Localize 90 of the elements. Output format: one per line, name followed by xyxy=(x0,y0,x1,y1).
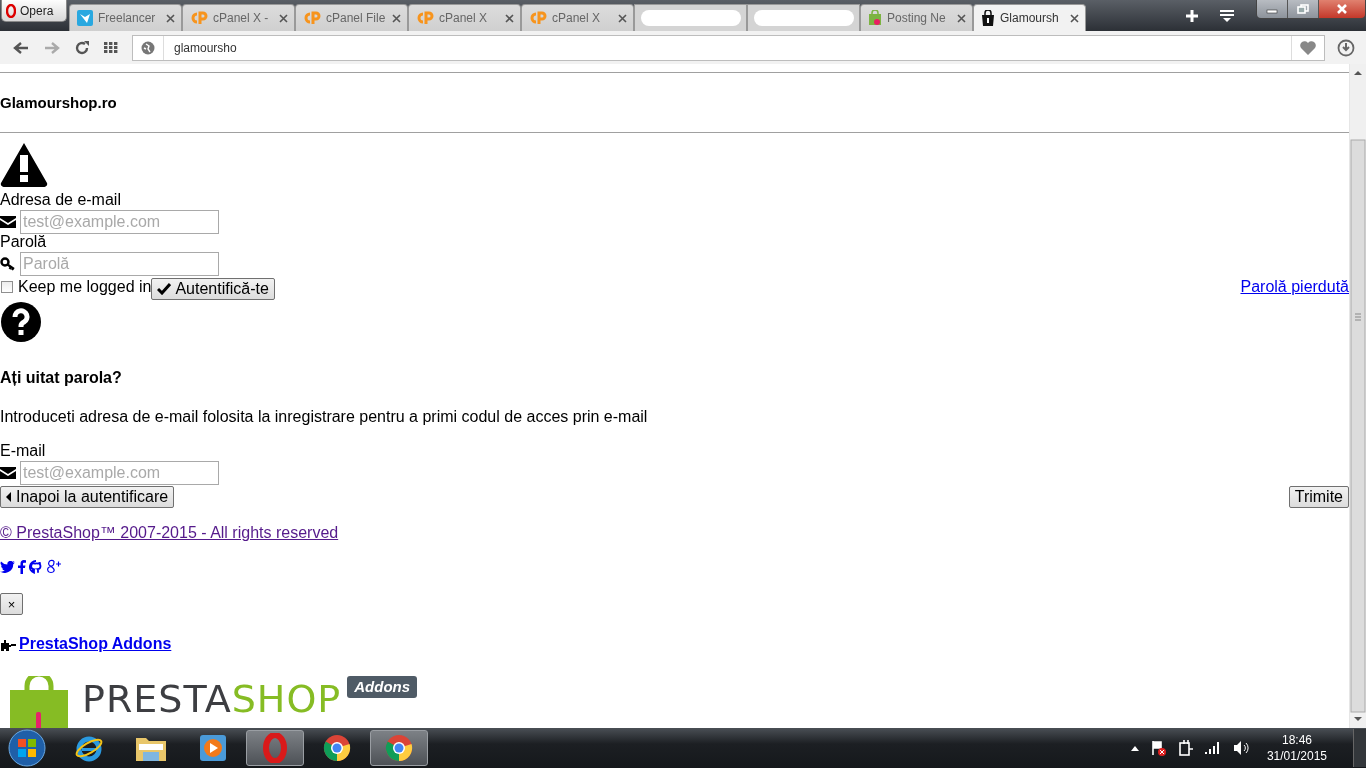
opera-button[interactable]: Opera xyxy=(1,0,67,22)
tab-title: cPanel X xyxy=(439,11,489,25)
key-icon xyxy=(0,257,16,271)
browser-tab[interactable]: Freelancer xyxy=(69,4,182,31)
envelope-icon xyxy=(0,216,16,228)
bird-icon[interactable] xyxy=(0,561,15,573)
back-icon[interactable] xyxy=(13,40,29,55)
browser-tab[interactable]: cPanel X - xyxy=(182,4,295,31)
close-icon xyxy=(1336,4,1348,14)
grid-icon[interactable] xyxy=(104,41,118,54)
signal-icon[interactable] xyxy=(1204,742,1221,754)
tab-title: Freelancer xyxy=(98,11,157,25)
heart-icon[interactable] xyxy=(1299,39,1317,56)
input-field[interactable]: test@example.com xyxy=(20,461,219,485)
cp-logo-icon xyxy=(416,11,434,25)
shopping-bag-icon xyxy=(10,676,68,728)
addons-badge: Addons xyxy=(347,676,418,698)
up-arrow-icon[interactable] xyxy=(1130,745,1139,751)
play-icon xyxy=(199,734,227,762)
send-button[interactable]: Trimite xyxy=(1288,486,1349,508)
tab-title: cPanel X xyxy=(552,11,602,25)
opera-logo-icon xyxy=(263,733,287,763)
start-button[interactable] xyxy=(8,729,46,767)
bird-icon xyxy=(77,10,93,26)
redacted-tab[interactable] xyxy=(634,4,747,31)
logo-text: PRESTASHOP xyxy=(82,677,342,721)
tab-title: cPanel File xyxy=(326,11,387,25)
restore-button[interactable] xyxy=(1288,0,1319,18)
field-label: E-mail xyxy=(0,441,47,461)
reload-icon[interactable] xyxy=(75,40,89,55)
cp-logo-icon xyxy=(190,11,208,25)
puzzle-icon xyxy=(0,637,16,651)
globe-icon xyxy=(141,40,155,55)
chrome-logo-icon xyxy=(385,734,413,762)
clock-time[interactable]: 18:46 xyxy=(1281,732,1312,748)
lost-password-link[interactable]: Parolă pierdută xyxy=(1240,278,1349,296)
addons-link[interactable]: PrestaShop Addons xyxy=(19,634,172,654)
minimize-button[interactable] xyxy=(1257,0,1288,18)
browser-tab[interactable]: Posting Ne xyxy=(860,4,973,31)
caret-icon xyxy=(6,492,12,502)
redacted-tab[interactable] xyxy=(747,4,860,31)
close-icon[interactable] xyxy=(166,13,175,23)
browser-tab[interactable]: Glamoursh xyxy=(973,4,1086,31)
close-button[interactable] xyxy=(1319,0,1365,18)
address-bar[interactable]: glamoursho xyxy=(132,34,1325,61)
login-button[interactable]: Autentifică-te xyxy=(151,278,275,300)
close-icon[interactable] xyxy=(279,13,288,23)
close-icon[interactable] xyxy=(957,13,966,23)
close-button[interactable]: × xyxy=(0,593,23,615)
bag-icon xyxy=(981,10,995,26)
url-text: glamoursho xyxy=(174,40,237,55)
input-field[interactable]: test@example.com xyxy=(20,210,219,234)
shop-name: Glamourshop.ro xyxy=(0,94,117,111)
facebook-icon[interactable] xyxy=(18,560,26,574)
close-icon[interactable] xyxy=(392,13,401,23)
section-title: Ați uitat parola? xyxy=(0,368,123,388)
volume-icon[interactable] xyxy=(1232,741,1249,755)
input-field[interactable]: Parolă xyxy=(20,252,219,276)
browser-tab[interactable]: cPanel X xyxy=(408,4,521,31)
menu-icon[interactable] xyxy=(1220,10,1234,22)
field-label: Parolă xyxy=(0,232,48,252)
close-icon[interactable] xyxy=(618,13,627,23)
bag-icon xyxy=(868,10,882,26)
plus-icon[interactable] xyxy=(1186,10,1198,22)
google-plus-icon[interactable] xyxy=(46,559,61,575)
chrome-logo-icon xyxy=(323,734,351,762)
field-label: Adresa de e-mail xyxy=(0,190,122,210)
checkbox-label: Keep me logged in xyxy=(18,278,152,296)
browser-tab[interactable]: cPanel File xyxy=(295,4,408,31)
instruction-text: Introduceti adresa de e-mail folosita la inregistrare pentru a primi codul de acces prin e-mail xyxy=(0,407,649,427)
browser-tab[interactable]: cPanel X xyxy=(521,4,634,31)
cp-logo-icon xyxy=(529,11,547,25)
plug-icon[interactable] xyxy=(1178,740,1193,756)
tab-title: Glamoursh xyxy=(1000,11,1060,25)
clock-date[interactable]: 31/01/2015 xyxy=(1266,748,1327,764)
restore-icon xyxy=(1297,4,1309,14)
checkbox[interactable] xyxy=(1,281,13,293)
back-button[interactable]: Inapoi la autentificare xyxy=(0,486,175,508)
download-icon[interactable] xyxy=(1337,38,1355,57)
flag-icon[interactable] xyxy=(1150,740,1167,756)
opera-logo-icon xyxy=(6,3,16,18)
check-icon xyxy=(157,283,172,295)
tab-title: Posting Ne xyxy=(887,11,947,25)
copyright-link[interactable]: © PrestaShop™ 2007-2015 - All rights reserved xyxy=(0,523,339,543)
close-icon[interactable] xyxy=(505,13,514,23)
scrollbar[interactable] xyxy=(1349,64,1366,728)
cp-logo-icon xyxy=(303,11,321,25)
tab-title: cPanel X - xyxy=(213,11,270,25)
envelope-icon xyxy=(0,467,16,479)
close-icon[interactable] xyxy=(1070,13,1079,23)
